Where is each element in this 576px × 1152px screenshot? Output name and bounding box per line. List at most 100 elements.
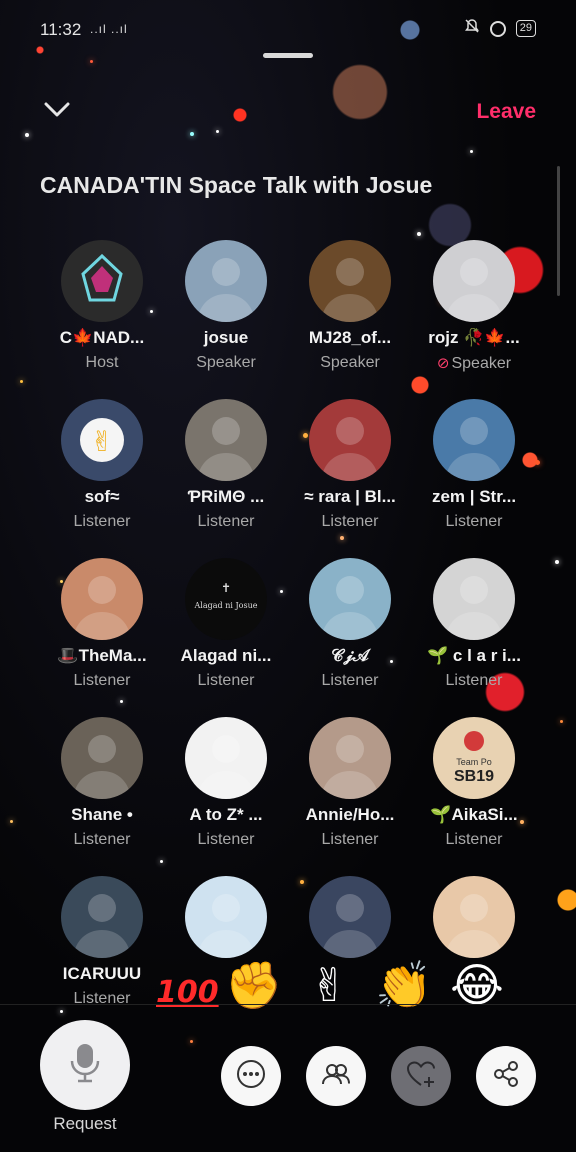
sb19-badge-line2: SB19	[454, 768, 494, 785]
avatar[interactable]	[61, 240, 143, 322]
avatar[interactable]	[433, 240, 515, 322]
member-role: Listener	[412, 831, 536, 849]
member-name: ≈ rara | Bl...	[304, 487, 396, 506]
member-role-text: Listener	[197, 831, 255, 848]
member-name: Shane •	[71, 805, 133, 824]
request-mic-button[interactable]	[40, 1020, 130, 1110]
status-icons: 29	[464, 18, 536, 39]
avatar[interactable]	[185, 717, 267, 799]
reaction-clap[interactable]: 👏	[375, 956, 433, 1014]
member-card[interactable]: ✝ Alagad ni Josue Alagad ni... Listener	[164, 554, 288, 713]
member-role: Listener	[164, 831, 288, 849]
member-card[interactable]: ICARUUU Listener	[40, 872, 164, 1031]
avatar[interactable]: ✌	[61, 399, 143, 481]
avatar[interactable]	[61, 876, 143, 958]
member-name: ICARUUU	[62, 964, 142, 983]
avatar[interactable]	[185, 876, 267, 958]
member-role: Listener	[288, 672, 412, 690]
member-card[interactable]: 𝒞𝒿𝒜 Listener	[288, 554, 412, 713]
member-card[interactable]: MJ28_of... Speaker	[288, 236, 412, 395]
member-role-text: Speaker	[196, 354, 256, 371]
member-role-text: Speaker	[451, 355, 512, 372]
divider	[0, 1004, 576, 1005]
scrollbar[interactable]	[557, 166, 560, 296]
more-options-button[interactable]	[221, 1046, 281, 1106]
member-role-text: Listener	[321, 831, 379, 848]
share-icon	[490, 1058, 522, 1095]
avatar[interactable]	[185, 399, 267, 481]
member-role: Listener	[40, 513, 164, 531]
avatar[interactable]: Team Po SB19	[433, 717, 515, 799]
member-name: 🌱AikaSi...	[430, 805, 518, 824]
mic-muted-icon: ⊘	[436, 355, 450, 372]
participants-button[interactable]	[306, 1046, 366, 1106]
member-role: ⊘ Speaker	[412, 354, 536, 373]
member-role-text: Listener	[321, 513, 379, 530]
hundred-emoji: 100	[156, 975, 219, 1010]
avatar[interactable]	[309, 240, 391, 322]
member-card[interactable]: Shane • Listener	[40, 713, 164, 872]
member-card[interactable]: ƤRiMΘ ... Listener	[164, 395, 288, 554]
member-name: 🎩TheMa...	[57, 646, 147, 665]
avatar[interactable]	[61, 717, 143, 799]
reaction-victory[interactable]: ✌	[300, 956, 358, 1014]
share-button[interactable]	[476, 1046, 536, 1106]
data-saver-icon	[489, 20, 506, 37]
member-role: Listener	[288, 831, 412, 849]
reaction-laugh[interactable]: 😂	[448, 956, 506, 1014]
member-card[interactable]: ✌ sof≈ Listener	[40, 395, 164, 554]
leave-button[interactable]: Leave	[476, 100, 536, 124]
avatar[interactable]	[433, 558, 515, 640]
mute-bell-icon	[464, 18, 480, 39]
member-role-text: Listener	[321, 672, 379, 689]
reaction-100[interactable]: 100	[150, 956, 219, 1014]
alagad-logo-text: Alagad ni Josue	[194, 601, 258, 610]
sheet-drag-handle[interactable]	[263, 53, 313, 58]
member-card[interactable]: ≈ rara | Bl... Listener	[288, 395, 412, 554]
chevron-down-icon[interactable]	[44, 98, 70, 120]
member-name: ƤRiMΘ ...	[187, 487, 265, 506]
member-role-text: Listener	[197, 513, 255, 530]
member-role-text: Listener	[445, 672, 503, 689]
reaction-bar: 100 ✊ ✌ 👏 😂	[150, 956, 520, 1016]
microphone-icon	[68, 1043, 102, 1088]
member-role-text: Listener	[197, 672, 255, 689]
svg-text:✝: ✝	[221, 581, 231, 595]
member-role: Listener	[40, 990, 164, 1008]
member-role-text: Listener	[73, 831, 131, 848]
member-name: josue	[203, 328, 249, 347]
victory-emoji: ✌	[90, 425, 113, 458]
reaction-fist[interactable]: ✊	[225, 956, 283, 1014]
like-button[interactable]	[391, 1046, 451, 1106]
avatar[interactable]: ✝ Alagad ni Josue	[185, 558, 267, 640]
avatar[interactable]	[309, 558, 391, 640]
status-bar: 11:32 ..ıl ..ıl 29	[0, 0, 576, 58]
member-card[interactable]: Annie/Ho... Listener	[288, 713, 412, 872]
member-role: Speaker	[288, 354, 412, 372]
member-role: Listener	[412, 513, 536, 531]
avatar[interactable]	[309, 876, 391, 958]
member-name: zem | Str...	[431, 487, 517, 506]
avatar[interactable]	[185, 240, 267, 322]
member-card[interactable]: Team Po SB19 🌱AikaSi... Listener	[412, 713, 536, 872]
avatar[interactable]	[309, 399, 391, 481]
member-card[interactable]: 🌱 c l a r i... Listener	[412, 554, 536, 713]
member-card[interactable]: 🎩TheMa... Listener	[40, 554, 164, 713]
member-role: Speaker	[164, 354, 288, 372]
member-card[interactable]: A to Z* ... Listener	[164, 713, 288, 872]
avatar[interactable]	[61, 558, 143, 640]
member-name: rojz 🥀🍁...	[428, 328, 520, 347]
signal-indicator: ..ıl ..ıl	[90, 22, 128, 36]
member-card[interactable]: josue Speaker	[164, 236, 288, 395]
member-card[interactable]: C🍁NAD... Host	[40, 236, 164, 395]
member-name: A to Z* ...	[189, 805, 263, 824]
avatar[interactable]	[309, 717, 391, 799]
member-card[interactable]: rojz 🥀🍁... ⊘ Speaker	[412, 236, 536, 395]
member-role: Listener	[40, 672, 164, 690]
member-name: MJ28_of...	[308, 328, 392, 347]
avatar[interactable]	[433, 399, 515, 481]
member-card[interactable]: zem | Str... Listener	[412, 395, 536, 554]
member-name: Annie/Ho...	[305, 805, 395, 824]
avatar[interactable]	[433, 876, 515, 958]
request-label: Request	[53, 1114, 117, 1133]
